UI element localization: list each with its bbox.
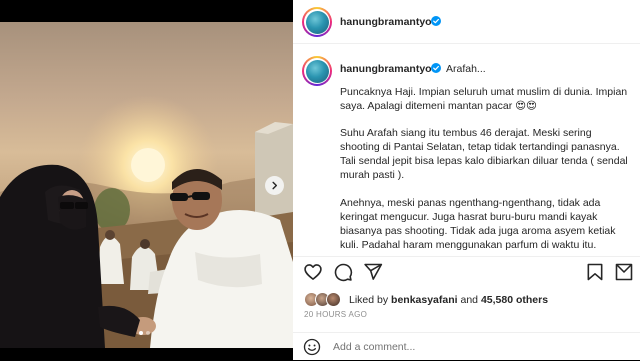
author-username-link[interactable]: hanungbramantyo xyxy=(340,16,432,28)
carousel-dot-active xyxy=(139,331,143,335)
chevron-right-icon xyxy=(272,181,278,190)
carousel-next-button[interactable] xyxy=(265,176,284,195)
post-header: hanungbramantyo xyxy=(293,0,640,44)
caption-first-line: Arafah... xyxy=(446,63,486,75)
likes-prefix: Liked by xyxy=(349,294,389,306)
comment-button[interactable] xyxy=(333,262,353,282)
post-details-panel: hanungbramantyo hanungbramantyo Arafah..… xyxy=(293,0,640,360)
paper-plane-icon xyxy=(364,263,383,280)
caption-area: hanungbramantyo Arafah... Puncaknya Haji… xyxy=(293,44,640,254)
likes-others-link[interactable]: 45,580 others xyxy=(481,294,548,306)
bookmark-icon xyxy=(587,263,603,281)
verified-badge-icon xyxy=(431,16,441,26)
share-button[interactable] xyxy=(363,262,383,282)
action-bar xyxy=(293,256,640,288)
comment-composer xyxy=(293,332,640,360)
grid-button[interactable] xyxy=(614,262,634,282)
heart-icon xyxy=(304,264,322,280)
post-media xyxy=(0,0,293,360)
grid-icon xyxy=(615,263,633,281)
caption-paragraph: Puncaknya Haji. Impian seluruh umat musl… xyxy=(340,86,628,112)
save-button[interactable] xyxy=(585,262,605,282)
caption-author-avatar[interactable] xyxy=(302,56,332,86)
liker-username-link[interactable]: benkasyafani xyxy=(391,294,458,306)
likes-connector: and xyxy=(460,294,479,306)
emoji-button[interactable] xyxy=(303,338,321,356)
comment-input[interactable] xyxy=(333,339,613,355)
caption-paragraph: Suhu Arafah siang itu tembus 46 derajat.… xyxy=(340,127,628,181)
post-photo[interactable] xyxy=(0,22,293,348)
author-avatar[interactable] xyxy=(302,7,332,37)
photo-illustration xyxy=(0,95,293,348)
instagram-post: hanungbramantyo hanungbramantyo Arafah..… xyxy=(0,0,640,360)
like-button[interactable] xyxy=(303,262,323,282)
likes-text: Liked by benkasyafani and 45,580 others xyxy=(349,294,548,306)
liker-avatar[interactable] xyxy=(326,292,341,307)
carousel-dot xyxy=(146,331,150,335)
likes-summary: Liked by benkasyafani and 45,580 others xyxy=(293,288,640,310)
speech-bubble-icon xyxy=(334,263,353,282)
post-timestamp[interactable]: 20 HOURS AGO xyxy=(304,310,367,319)
caption-paragraph: Anehnya, meski panas ngenthang-ngenthang… xyxy=(340,197,616,251)
smiley-icon xyxy=(303,338,321,356)
verified-badge-icon xyxy=(431,63,441,73)
caption-username-link[interactable]: hanungbramantyo xyxy=(340,63,432,75)
